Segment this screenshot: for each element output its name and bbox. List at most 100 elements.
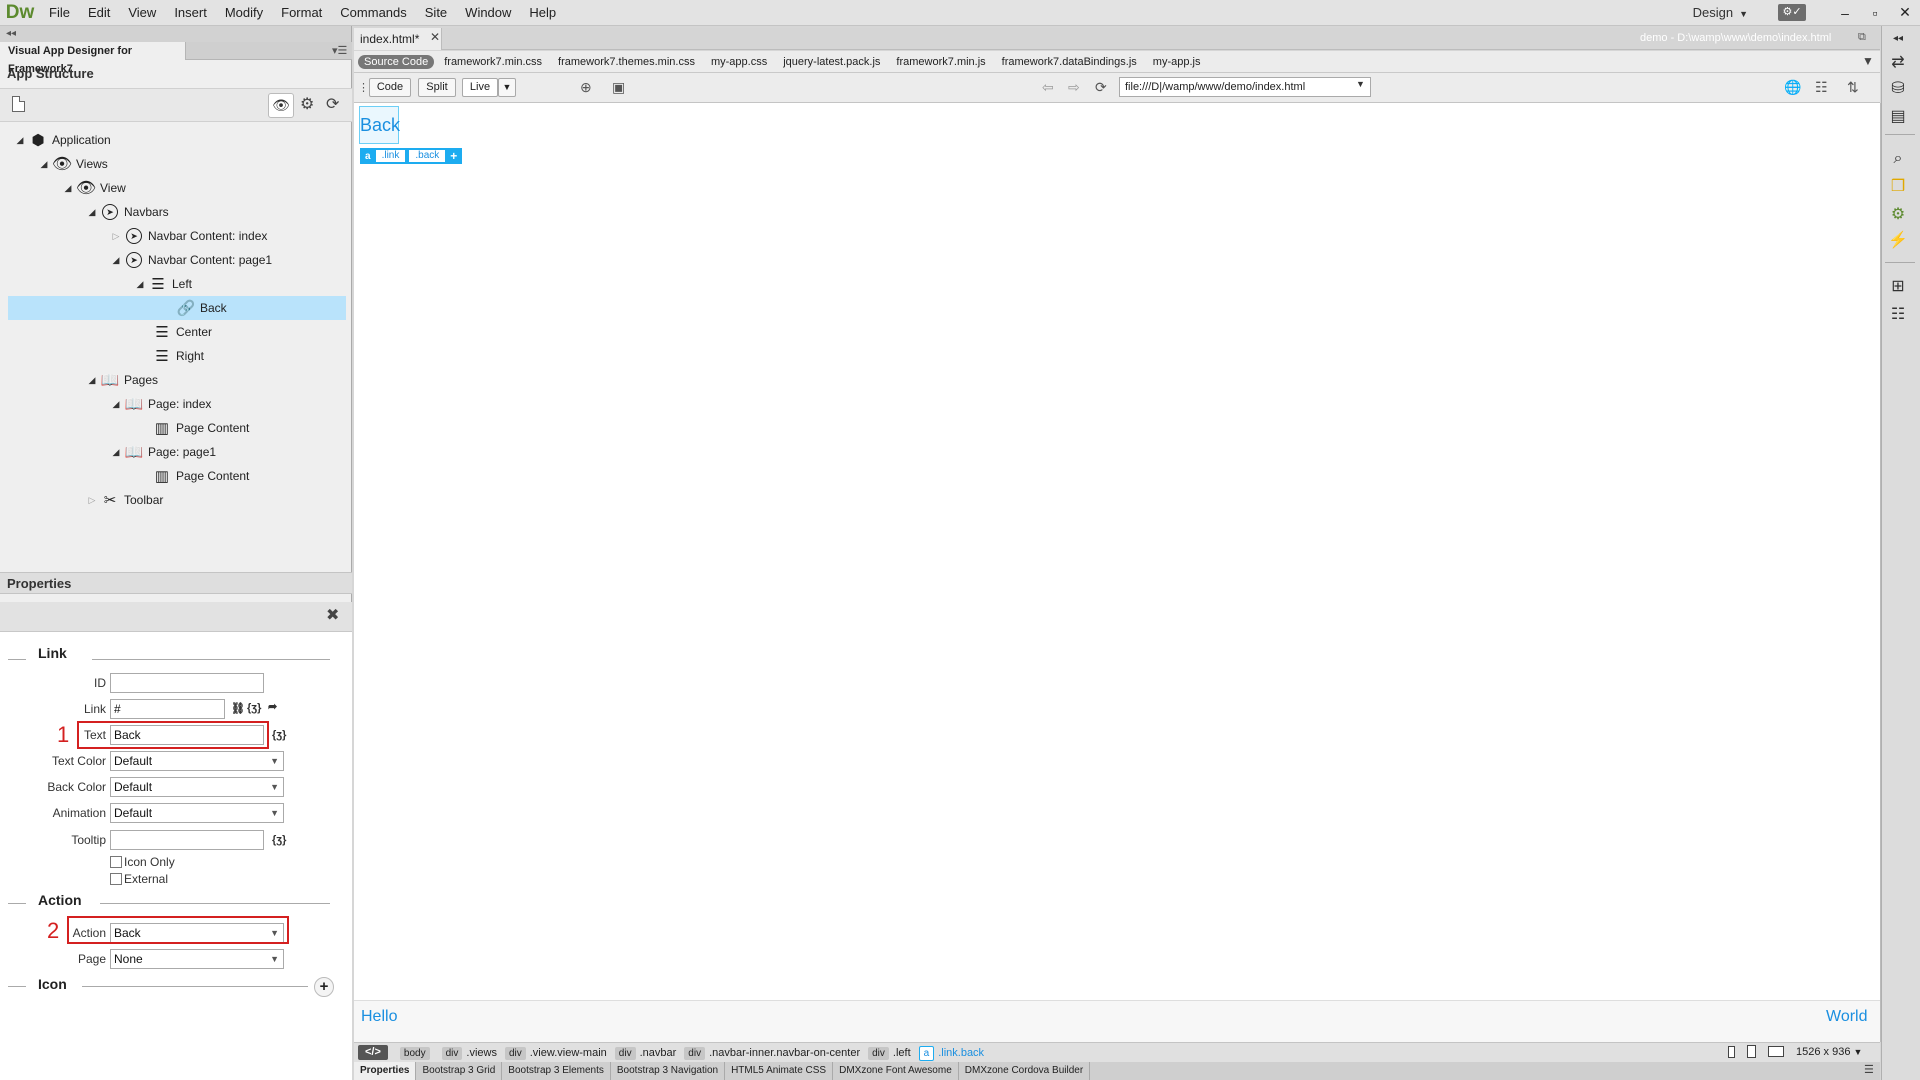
- dynamic-data-icon[interactable]: {ʒ}: [247, 702, 261, 714]
- minimize-button[interactable]: –: [1830, 5, 1860, 21]
- mobile-size-icon[interactable]: [1728, 1045, 1735, 1058]
- breadcrumb-item[interactable]: div .navbar-inner.navbar-on-center: [684, 1046, 860, 1060]
- server-behaviors-icon[interactable]: ⚙: [1887, 204, 1909, 226]
- related-file[interactable]: framework7.min.js: [896, 56, 985, 68]
- live-view-canvas[interactable]: [354, 103, 1880, 1042]
- menu-help[interactable]: Help: [520, 0, 565, 26]
- menu-insert[interactable]: Insert: [165, 0, 216, 26]
- expanded-arrow-icon[interactable]: ◢: [132, 279, 148, 290]
- globe-icon[interactable]: 🌐: [1784, 79, 1801, 96]
- tab-bootstrap-grid[interactable]: Bootstrap 3 Grid: [416, 1062, 503, 1080]
- eye-icon[interactable]: 👁: [268, 93, 294, 118]
- search-icon[interactable]: ⌕: [1887, 148, 1909, 170]
- assets-icon[interactable]: ▤: [1887, 106, 1909, 128]
- tree-item-left[interactable]: ◢ ☰ Left: [132, 272, 192, 296]
- back-color-select[interactable]: Default ▼: [110, 777, 284, 797]
- tree-item-navbar-content-page1[interactable]: ◢ ➤ Navbar Content: page1: [108, 248, 272, 272]
- navbar-back-link[interactable]: Back: [359, 106, 400, 144]
- hud-class[interactable]: .link: [375, 150, 406, 162]
- forward-arrow-icon[interactable]: ⇨: [1068, 79, 1080, 96]
- split-view-button[interactable]: Split: [418, 78, 456, 97]
- maximize-button[interactable]: ▫: [1860, 5, 1890, 21]
- refresh-icon[interactable]: ⟳: [326, 94, 339, 114]
- panel-collapse-strip[interactable]: ◂◂: [0, 26, 352, 42]
- close-window-button[interactable]: ✕: [1890, 4, 1920, 21]
- expanded-arrow-icon[interactable]: ◢: [84, 375, 100, 386]
- breadcrumb-item-active[interactable]: a .link.back: [918, 1045, 984, 1061]
- inspect-icon[interactable]: ⊕: [580, 79, 592, 96]
- database-icon[interactable]: ⛁: [1887, 78, 1909, 100]
- collapsed-arrow-icon[interactable]: ▷: [84, 495, 100, 506]
- live-view-dropdown[interactable]: ▼: [498, 78, 516, 97]
- menu-window[interactable]: Window: [456, 0, 520, 26]
- related-file[interactable]: my-app.js: [1153, 56, 1201, 68]
- dynamic-data-icon[interactable]: {ʒ}: [272, 834, 286, 846]
- link-icon[interactable]: ⛓: [231, 702, 245, 715]
- viewport-size[interactable]: 1526 x 936: [1796, 1046, 1850, 1058]
- panel-tab-vad[interactable]: Visual App Designer for Framework7: [0, 42, 186, 75]
- chevron-down-icon[interactable]: ▼: [1356, 79, 1365, 89]
- panel-menu-icon[interactable]: ☰: [1864, 1063, 1874, 1076]
- chevron-down-icon[interactable]: ▼: [1853, 1047, 1862, 1057]
- breadcrumb-item[interactable]: div .navbar: [614, 1046, 676, 1060]
- text-color-select[interactable]: Default ▼: [110, 751, 284, 771]
- panel-menu-icon[interactable]: ▾☰: [332, 42, 347, 60]
- external-checkbox[interactable]: [110, 873, 122, 885]
- tree-item-back[interactable]: 🔗 Back: [8, 296, 346, 320]
- link-field[interactable]: [110, 699, 225, 719]
- new-document-icon[interactable]: [12, 96, 25, 112]
- address-bar[interactable]: file:///D|/wamp/www/demo/index.html: [1119, 77, 1371, 97]
- id-field[interactable]: [110, 673, 264, 693]
- breadcrumb-item[interactable]: div .left: [868, 1046, 911, 1060]
- tab-cordova-builder[interactable]: DMXzone Cordova Builder: [959, 1062, 1091, 1080]
- hud-class[interactable]: .back: [409, 150, 446, 162]
- tree-item-right[interactable]: ☰ Right: [152, 344, 204, 368]
- related-file[interactable]: framework7.dataBindings.js: [1002, 56, 1137, 68]
- tree-item-center[interactable]: ☰ Center: [152, 320, 212, 344]
- close-icon[interactable]: ✕: [430, 30, 440, 44]
- tree-item-view[interactable]: ◢ 👁 View: [60, 176, 126, 200]
- tab-animate-css[interactable]: HTML5 Animate CSS: [725, 1062, 834, 1080]
- related-file[interactable]: my-app.css: [711, 56, 767, 68]
- restore-icon[interactable]: ⧉: [1858, 31, 1866, 44]
- tree-item-navbar-content-index[interactable]: ▷ ➤ Navbar Content: index: [108, 224, 267, 248]
- breadcrumb-body[interactable]: body: [399, 1046, 434, 1060]
- workspace-switcher[interactable]: Design ▼: [1693, 5, 1748, 20]
- preview-icon[interactable]: ▣: [612, 79, 625, 96]
- live-view-button[interactable]: Live: [462, 78, 498, 97]
- expanded-arrow-icon[interactable]: ◢: [108, 399, 124, 410]
- expanded-arrow-icon[interactable]: ◢: [108, 255, 124, 266]
- menu-format[interactable]: Format: [272, 0, 331, 26]
- tablet-size-icon[interactable]: [1747, 1045, 1756, 1058]
- tree-item-pages[interactable]: ◢ 📖 Pages: [84, 368, 159, 392]
- tooltip-field[interactable]: [110, 830, 264, 850]
- menu-edit[interactable]: Edit: [79, 0, 119, 26]
- back-arrow-icon[interactable]: ⇦: [1042, 79, 1054, 96]
- expanded-arrow-icon[interactable]: ◢: [12, 135, 28, 146]
- tree-item-page-content[interactable]: ▥ Page Content: [152, 416, 249, 440]
- expanded-arrow-icon[interactable]: ◢: [84, 207, 100, 218]
- tab-index-html[interactable]: index.html*: [354, 28, 442, 50]
- toolbar-link-hello[interactable]: Hello: [361, 1008, 397, 1026]
- refresh-icon[interactable]: ⟳: [1095, 79, 1107, 96]
- gear-icon[interactable]: ⚙: [300, 94, 314, 114]
- related-file[interactable]: framework7.themes.min.css: [558, 56, 695, 68]
- add-class-icon[interactable]: +: [450, 149, 457, 163]
- breadcrumb-item[interactable]: div .views: [441, 1046, 497, 1060]
- related-file[interactable]: framework7.min.css: [444, 56, 542, 68]
- element-hud[interactable]: a .link .back +: [360, 148, 463, 164]
- toolbar-link-world[interactable]: World: [1826, 1008, 1868, 1026]
- tree-item-views[interactable]: ◢ 👁 Views: [36, 152, 108, 176]
- tree-item-page-content[interactable]: ▥ Page Content: [152, 464, 249, 488]
- tab-bootstrap-elements[interactable]: Bootstrap 3 Elements: [502, 1062, 611, 1080]
- files-icon[interactable]: ⇄: [1887, 52, 1909, 74]
- menu-commands[interactable]: Commands: [331, 0, 415, 26]
- tree-item-page-page1[interactable]: ◢ 📖 Page: page1: [108, 440, 217, 464]
- related-file[interactable]: jquery-latest.pack.js: [783, 56, 880, 68]
- tab-font-awesome[interactable]: DMXzone Font Awesome: [833, 1062, 959, 1080]
- structure-icon[interactable]: ☷: [1887, 304, 1909, 326]
- add-icon-button[interactable]: +: [314, 977, 334, 997]
- sort-icon[interactable]: ⇅: [1847, 79, 1859, 96]
- tree-item-application[interactable]: ◢ ⬢ Application: [12, 128, 111, 152]
- expanded-arrow-icon[interactable]: ◢: [60, 183, 76, 194]
